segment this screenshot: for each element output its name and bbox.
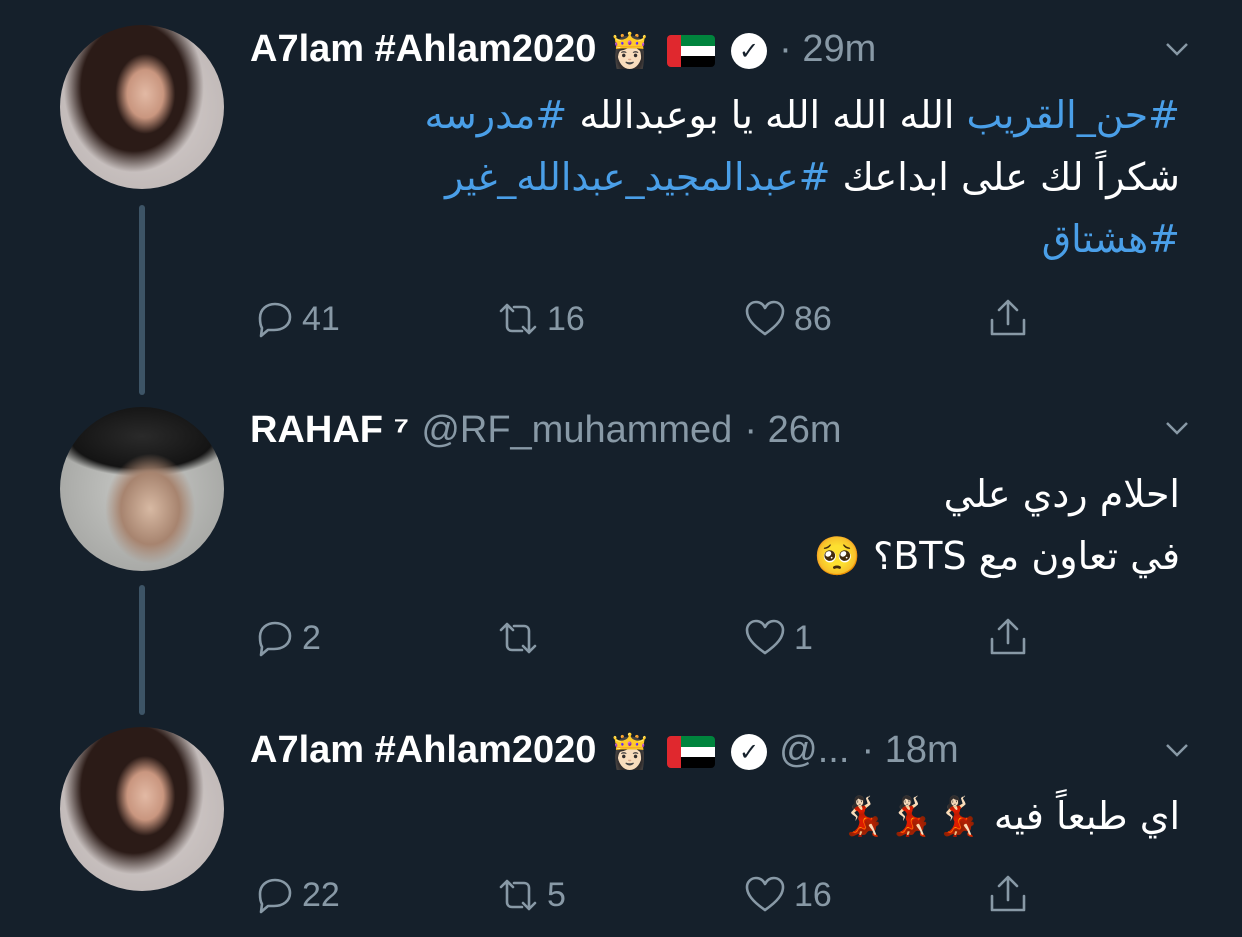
tweet-3[interactable]: A7lam #Ahlam2020 👸🏻 ✓ @... · 18m اي طبعا… [0,715,1242,937]
heart-icon [745,619,785,655]
hashtag-link[interactable]: #حن_القريب [967,93,1180,137]
author-name[interactable]: RAHAF ⁷ [250,409,409,451]
tweet-actions: 22 5 16 [250,870,1050,920]
like-button[interactable]: 86 [742,294,832,344]
tweet-line: شكراً لك على ابداعك #عبدالمجيد_عبدالله_غ… [300,146,1180,208]
tweet-header: RAHAF ⁷ @RF_muhammed · 26m [250,406,842,453]
avatar[interactable] [60,727,224,891]
tweet-line: #هشتاق [300,208,1180,270]
chevron-down-icon[interactable] [1164,415,1190,441]
princess-emoji-icon: 👸🏻 [608,30,651,71]
retweet-icon [499,303,537,335]
retweet-count: 5 [547,875,566,914]
tweet-time[interactable]: · 18m [861,729,958,771]
hashtag-link[interactable]: #عبدالمجيد_عبدالله_غير [445,155,830,199]
tweet-line: اي طبعاً فيه 💃🏻💃🏻💃🏻 [300,785,1180,847]
thread-line [139,585,145,715]
princess-emoji-icon: 👸🏻 [608,731,651,772]
hashtag-link[interactable]: #هشتاق [1042,217,1180,261]
avatar[interactable] [60,407,224,571]
like-count: 1 [794,618,813,657]
tweet-time[interactable]: · 26m [744,409,841,451]
tweet-text: اي طبعاً فيه 💃🏻💃🏻💃🏻 [839,794,1180,838]
reply-button[interactable]: 22 [250,870,340,920]
tweet-body: احلام ردي علي في تعاون مع BTS؟ 🥺 [300,463,1180,587]
hashtag-link[interactable]: #مدرسه [425,93,568,137]
heart-icon [745,300,785,336]
uae-flag-icon [666,735,715,768]
reply-count: 22 [302,875,340,914]
tweet-text: شكراً لك على ابداعك [830,155,1180,199]
like-button[interactable]: 1 [742,613,813,663]
reply-icon [258,878,292,914]
tweet-1[interactable]: A7lam #Ahlam2020 👸🏻 ✓ · 29m #حن_القريب ا… [0,0,1242,395]
like-button[interactable]: 16 [742,870,832,920]
reply-icon [258,621,292,657]
share-icon [990,875,1026,912]
verified-badge-icon: ✓ [731,32,768,69]
share-icon [990,299,1026,336]
like-count: 16 [794,875,832,914]
retweet-count: 16 [547,299,585,338]
tweet-body: اي طبعاً فيه 💃🏻💃🏻💃🏻 [300,785,1180,847]
reply-button[interactable]: 41 [250,294,340,344]
chevron-down-icon[interactable] [1164,737,1190,763]
retweet-icon [499,879,537,911]
tweet-line: احلام ردي علي [300,463,1180,525]
uae-flag-icon [666,34,715,67]
tweet-text: احلام ردي علي [943,472,1180,516]
like-count: 86 [794,299,832,338]
heart-icon [745,876,785,912]
author-name[interactable]: A7lam #Ahlam2020 [250,28,596,70]
tweet-actions: 2 1 [250,613,1050,663]
author-name[interactable]: A7lam #Ahlam2020 [250,729,596,771]
tweet-header: A7lam #Ahlam2020 👸🏻 ✓ @... · 18m [250,726,959,775]
tweet-time[interactable]: · 29m [779,28,876,70]
retweet-button[interactable] [495,613,547,663]
avatar[interactable] [60,25,224,189]
tweet-actions: 41 16 86 [250,294,1050,344]
reply-button[interactable]: 2 [250,613,321,663]
tweet-header: A7lam #Ahlam2020 👸🏻 ✓ · 29m [250,25,876,74]
reply-count: 2 [302,618,321,657]
share-button[interactable] [985,294,1031,344]
tweet-2[interactable]: RAHAF ⁷ @RF_muhammed · 26m احلام ردي علي… [0,395,1242,715]
author-handle[interactable]: @... [779,729,849,771]
thread-line [139,205,145,395]
retweet-button[interactable]: 5 [495,870,566,920]
tweet-body: #حن_القريب الله الله الله يا بوعبدالله #… [300,84,1180,270]
verified-badge-icon: ✓ [731,733,768,770]
tweet-line: في تعاون مع BTS؟ 🥺 [300,525,1180,587]
author-handle[interactable]: @RF_muhammed [421,409,732,451]
retweet-icon [499,622,537,654]
tweet-line: #حن_القريب الله الله الله يا بوعبدالله #… [300,84,1180,146]
reply-icon [258,302,292,338]
chevron-down-icon[interactable] [1164,36,1190,62]
tweet-text: الله الله الله يا بوعبدالله [567,93,967,137]
share-icon [990,618,1026,655]
tweet-text: في تعاون مع BTS؟ 🥺 [813,534,1180,578]
retweet-button[interactable]: 16 [495,294,585,344]
reply-count: 41 [302,299,340,338]
share-button[interactable] [985,613,1031,663]
share-button[interactable] [985,870,1031,920]
